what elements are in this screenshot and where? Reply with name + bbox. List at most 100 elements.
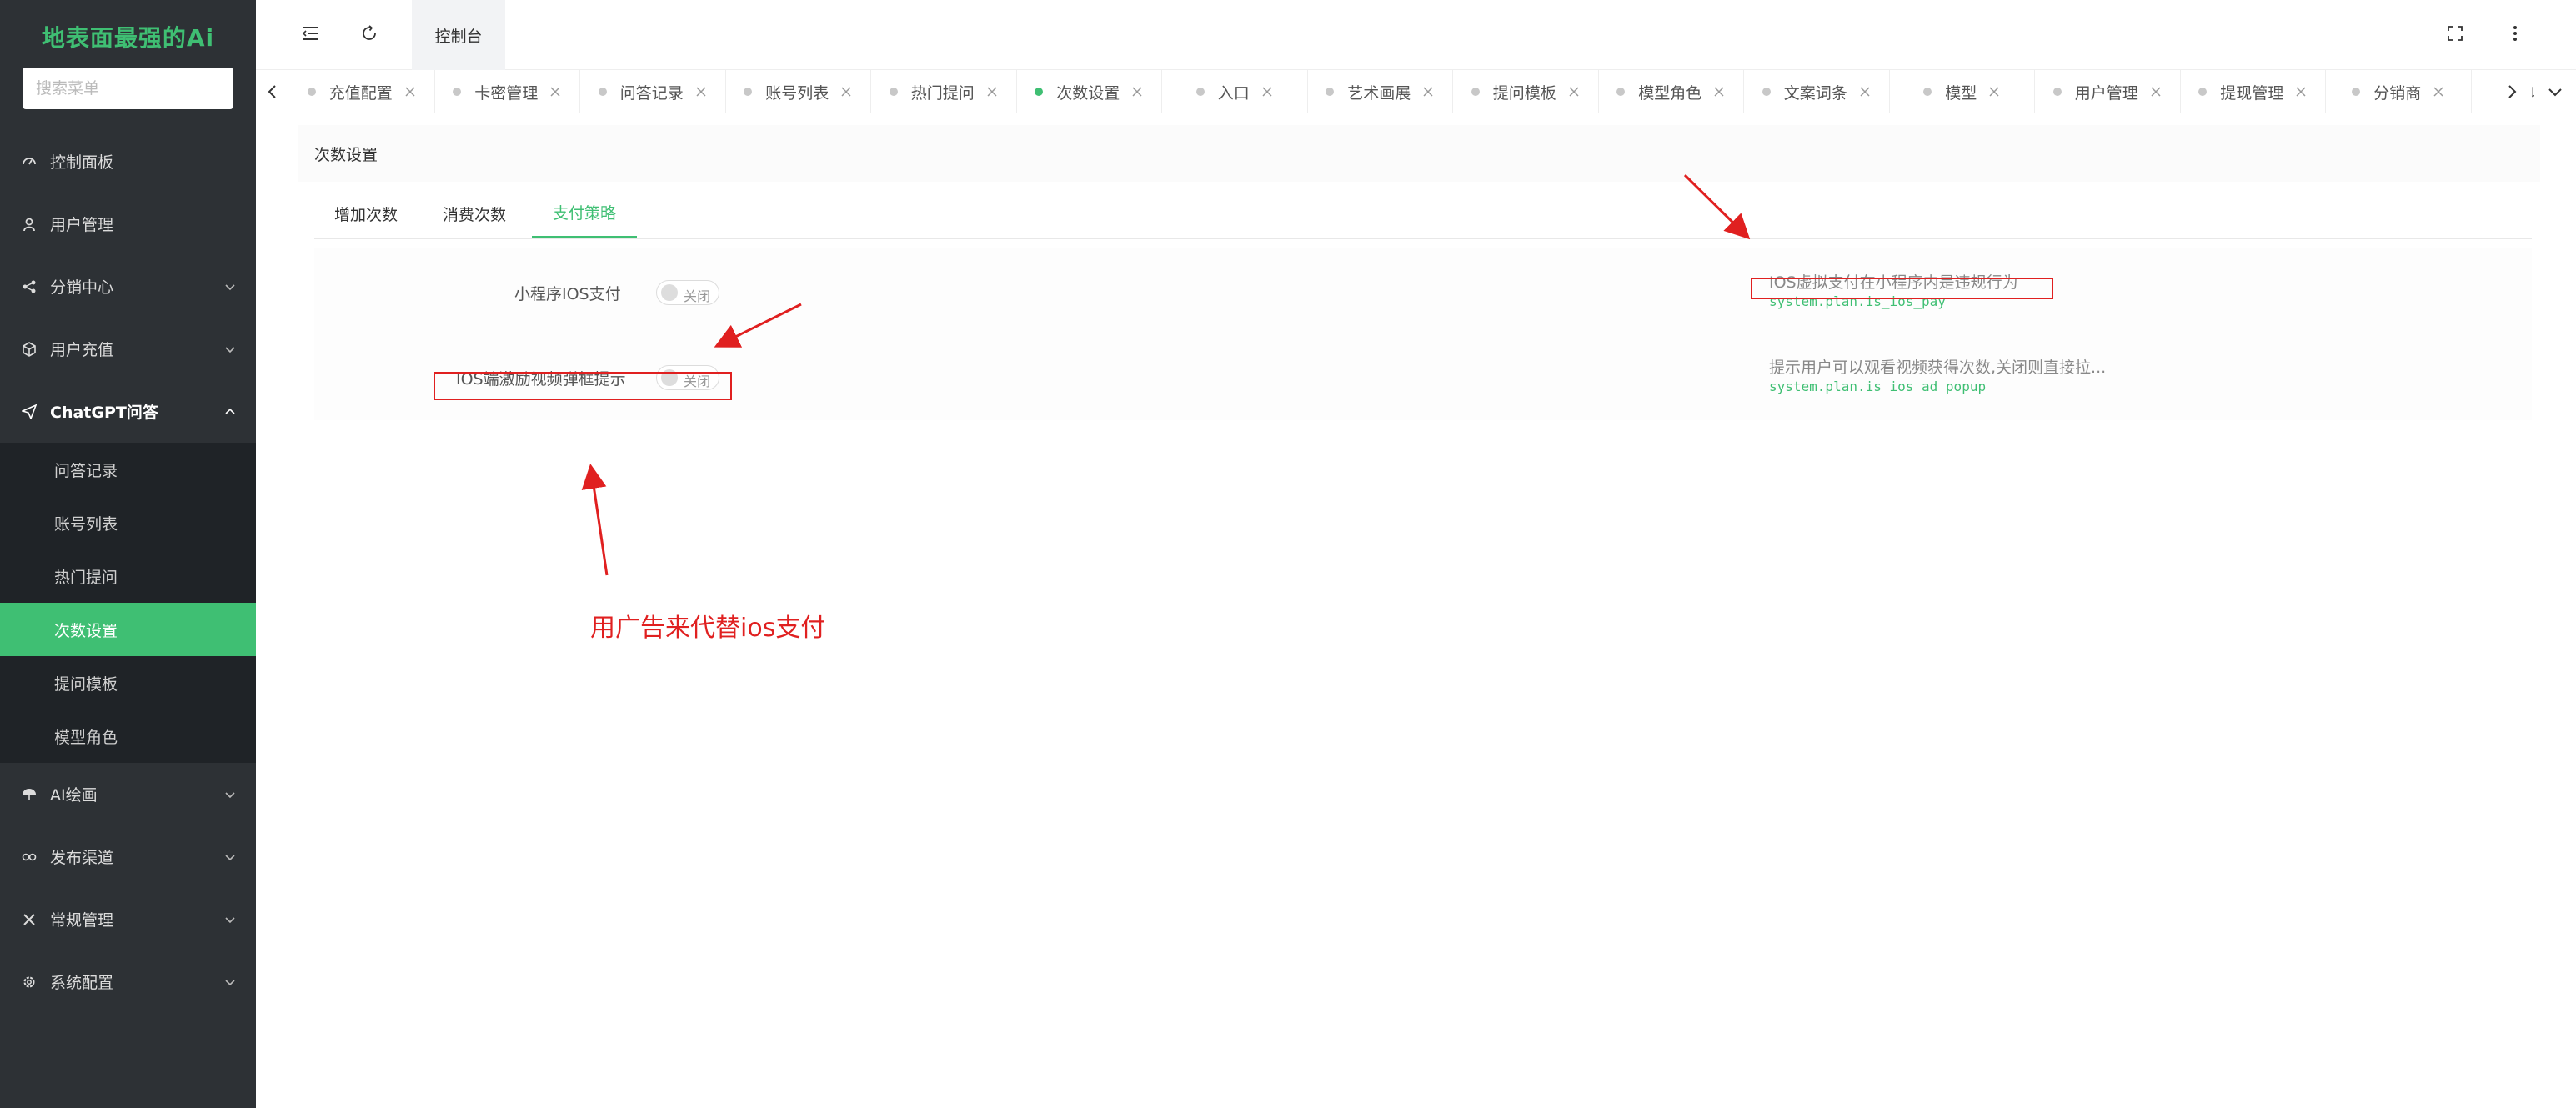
tab-close-icon[interactable] [1261,86,1273,98]
tab-close-icon[interactable] [695,86,707,98]
tab-close-icon[interactable] [840,86,852,98]
tabs-dropdown-icon[interactable] [2534,70,2576,113]
ios-ad-popup-description: 提示用户可以观看视频获得次数,关闭则直接拉... [1769,358,2107,377]
sidebar-item-channels[interactable]: 发布渠道 [0,825,256,888]
sidebar: 地表面最强的Ai 控制面板 用户管理 分销中心 用户充值 [0,0,256,1108]
link-icon [22,850,37,865]
menu-fold-icon[interactable] [299,22,323,45]
ios-pay-toggle[interactable]: 关闭 [656,280,719,305]
tab-item[interactable]: 提现管理 [2181,70,2326,113]
tab-item[interactable]: 提问模板 [1453,70,1599,113]
tab-label: 文案词条 [1783,83,1847,103]
tab-status-dot [2352,88,2361,96]
sidebar-subitem-qa-records[interactable]: 问答记录 [0,443,256,496]
tab-close-icon[interactable] [1131,86,1143,98]
tabs-bar: 充值配置 卡密管理 问答记录 账号列表 热门提问 次数设置 入口 艺术画展 提问模板 模型角色 文案… [256,70,2576,113]
tab-item[interactable]: 账号列表 [726,70,871,113]
sidebar-item-distribution[interactable]: 分销中心 [0,255,256,318]
sidebar-subitem-prompt-templates[interactable]: 提问模板 [0,656,256,709]
tab-status-dot [1035,88,1044,96]
dashboard-icon [22,154,37,169]
sidebar-item-system-config[interactable]: 系统配置 [0,950,256,1013]
menu-search-input[interactable] [23,68,233,109]
tab-status-dot [1762,88,1771,96]
sidebar-item-general[interactable]: 常规管理 [0,888,256,950]
sidebar-item-chatgpt[interactable]: ChatGPT问答 [0,380,256,443]
sidebar-item-dashboard[interactable]: 控制面板 [0,130,256,193]
toggle-knob [661,284,678,301]
chevron-down-icon [225,791,235,798]
sidebar-item-ai-painting[interactable]: AI绘画 [0,763,256,825]
tab-close-icon[interactable] [2150,86,2162,98]
tab-label: 艺术画展 [1347,83,1411,103]
toggle-state-text: 关闭 [684,288,711,304]
sidebar-item-label: 常规管理 [50,911,114,930]
tab-status-dot [1616,88,1626,96]
sidebar-subitem-model-roles[interactable]: 模型角色 [0,709,256,763]
tab-item[interactable]: 问答记录 [580,70,726,113]
tab-item[interactable]: 用户管理 [2035,70,2181,113]
subtab-consume-count[interactable]: 消费次数 [423,188,526,238]
tabs-scroll-right-icon[interactable] [2495,70,2528,113]
tab-label: 入口 [1217,83,1250,103]
send-icon [22,404,37,419]
tabs-list: 充值配置 卡密管理 问答记录 账号列表 热门提问 次数设置 入口 艺术画展 提问模板 模型角色 文案… [289,70,2576,113]
tab-item[interactable]: 分销商 [2326,70,2472,113]
tab-item[interactable]: 文案词条 [1744,70,1890,113]
tab-label: 账号列表 [765,83,829,103]
tab-close-icon[interactable] [1713,86,1725,98]
tab-item[interactable]: 艺术画展 [1308,70,1453,113]
umbrella-icon [22,787,37,802]
tab-close-icon[interactable] [549,86,561,98]
chatgpt-submenu: 问答记录 账号列表 热门提问 次数设置 提问模板 模型角色 [0,443,256,763]
tab-item[interactable]: 充值配置 [289,70,435,113]
ios-ad-popup-config-key: system.plan.is_ios_ad_popup [1769,379,1987,394]
tab-item[interactable]: 次数设置 [1017,70,1162,113]
tab-label: 问答记录 [619,83,684,103]
tab-close-icon[interactable] [1988,86,2000,98]
sidebar-item-recharge[interactable]: 用户充值 [0,318,256,380]
fullscreen-icon[interactable] [2443,22,2467,45]
chevron-down-icon [225,346,235,353]
tab-status-dot [1326,88,1335,96]
tab-item[interactable]: 模型 [1890,70,2035,113]
sidebar-item-user-management[interactable]: 用户管理 [0,193,256,255]
subtab-payment-strategy[interactable]: 支付策略 [532,188,637,238]
annotation-note: 用广告来代替ios支付 [590,614,826,643]
tab-close-icon[interactable] [2433,86,2444,98]
tab-close-icon[interactable] [1568,86,1580,98]
tools-icon [22,912,37,927]
tab-label: 提现管理 [2220,83,2284,103]
sidebar-item-label: AI绘画 [50,786,98,805]
tab-label: 充值配置 [328,83,393,103]
tab-label: 用户管理 [2074,83,2138,103]
more-vertical-icon[interactable] [2503,22,2527,45]
tab-close-icon[interactable] [1859,86,1871,98]
tab-item[interactable]: 卡密管理 [435,70,580,113]
tab-status-dot [307,88,316,96]
tab-home-console[interactable]: 控制台 [412,0,505,70]
tab-close-icon[interactable] [404,86,416,98]
sidebar-subitem-account-list[interactable]: 账号列表 [0,496,256,549]
sidebar-subitem-hot-questions[interactable]: 热门提问 [0,549,256,603]
tab-item[interactable]: 热门提问 [871,70,1017,113]
tabs-scroll-left-icon[interactable] [256,70,289,113]
refresh-icon[interactable] [358,22,381,45]
tab-item[interactable]: 入口 [1162,70,1308,113]
chevron-down-icon [225,283,235,290]
subtab-add-count[interactable]: 增加次数 [314,188,418,238]
chevron-up-icon [225,408,235,414]
tab-label: 提问模板 [1492,83,1556,103]
tab-status-dot [2052,88,2062,96]
top-bar: 控制台 [256,0,2576,70]
app-logo: 地表面最强的Ai [41,24,215,52]
tab-status-dot [889,88,898,96]
chevron-down-icon [225,916,235,923]
sidebar-subitem-count-settings[interactable]: 次数设置 [0,603,256,656]
tab-close-icon[interactable] [1422,86,1434,98]
tab-close-icon[interactable] [2295,86,2307,98]
tab-status-dot [744,88,753,96]
tab-close-icon[interactable] [986,86,998,98]
sidebar-item-label: 系统配置 [50,974,114,992]
tab-item[interactable]: 模型角色 [1599,70,1744,113]
